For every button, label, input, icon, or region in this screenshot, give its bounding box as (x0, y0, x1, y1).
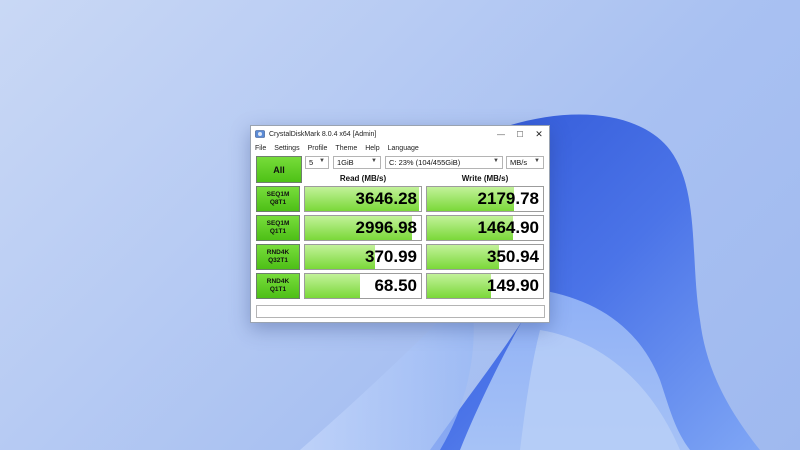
close-button[interactable]: ✕ (531, 126, 547, 142)
read-value: 2996.98 (355, 218, 417, 237)
crystaldiskmark-window: CrystalDiskMark 8.0.4 x64 [Admin] — ☐ ✕ … (250, 125, 550, 323)
read-value: 370.99 (365, 247, 417, 266)
test-name: RND4K (266, 278, 290, 285)
read-value: 68.50 (374, 276, 417, 295)
test-name: SEQ1M (266, 191, 290, 198)
write-progress-bar (427, 274, 491, 298)
chevron-down-icon: ▼ (493, 158, 499, 164)
menu-bar: File Settings Profile Theme Help Languag… (251, 142, 549, 154)
write-result-cell: 2179.78 (426, 186, 544, 212)
write-column-header: Write (MB/s) (461, 173, 509, 183)
comment-field[interactable] (256, 305, 545, 318)
test-button-seq1m-q8t1[interactable]: SEQ1M Q8T1 (256, 186, 300, 212)
test-params: Q1T1 (269, 228, 287, 235)
test-params: Q32T1 (268, 257, 288, 264)
test-size-select[interactable]: 1GiB ▼ (333, 156, 381, 169)
write-result-cell: 149.90 (426, 273, 544, 299)
test-params: Q8T1 (269, 199, 287, 206)
maximize-button[interactable]: ☐ (512, 126, 528, 142)
crystaldiskmark-app-icon (255, 130, 265, 138)
test-count-select[interactable]: 5 ▼ (305, 156, 329, 169)
window-title: CrystalDiskMark 8.0.4 x64 [Admin] (269, 130, 377, 138)
menu-theme[interactable]: Theme (335, 145, 357, 152)
test-name: SEQ1M (266, 220, 290, 227)
read-result-cell: 68.50 (304, 273, 422, 299)
minimize-button[interactable]: — (493, 126, 509, 142)
read-column-header: Read (MB/s) (339, 173, 387, 183)
write-value: 1464.90 (477, 218, 539, 237)
write-value: 350.94 (487, 247, 539, 266)
test-params: Q1T1 (269, 286, 287, 293)
write-value: 2179.78 (477, 189, 539, 208)
menu-settings[interactable]: Settings (274, 145, 299, 152)
test-button-rnd4k-q1t1[interactable]: RND4K Q1T1 (256, 273, 300, 299)
read-value: 3646.28 (355, 189, 417, 208)
menu-profile[interactable]: Profile (308, 145, 328, 152)
unit-select[interactable]: MB/s ▼ (506, 156, 544, 169)
title-bar: CrystalDiskMark 8.0.4 x64 [Admin] — ☐ ✕ (251, 126, 549, 142)
test-name: RND4K (266, 249, 290, 256)
drive-select[interactable]: C: 23% (104/455GiB) ▼ (385, 156, 503, 169)
read-result-cell: 370.99 (304, 244, 422, 270)
menu-language[interactable]: Language (388, 145, 419, 152)
test-button-seq1m-q1t1[interactable]: SEQ1M Q1T1 (256, 215, 300, 241)
run-all-button[interactable]: All (256, 156, 302, 183)
test-button-rnd4k-q32t1[interactable]: RND4K Q32T1 (256, 244, 300, 270)
write-result-cell: 350.94 (426, 244, 544, 270)
read-result-cell: 2996.98 (304, 215, 422, 241)
read-progress-bar (305, 274, 360, 298)
chevron-down-icon: ▼ (534, 158, 540, 164)
unit-value: MB/s (510, 158, 528, 167)
read-result-cell: 3646.28 (304, 186, 422, 212)
test-size-value: 1GiB (337, 158, 354, 167)
write-result-cell: 1464.90 (426, 215, 544, 241)
drive-value: C: 23% (104/455GiB) (389, 158, 461, 167)
write-value: 149.90 (487, 276, 539, 295)
chevron-down-icon: ▼ (319, 158, 325, 164)
test-count-value: 5 (309, 158, 314, 167)
menu-help[interactable]: Help (365, 145, 379, 152)
chevron-down-icon: ▼ (371, 158, 377, 164)
menu-file[interactable]: File (255, 145, 266, 152)
